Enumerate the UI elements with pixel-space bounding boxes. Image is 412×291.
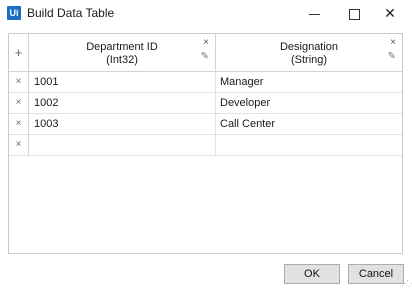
- remove-column-icon[interactable]: ×: [203, 37, 209, 49]
- remove-column-icon[interactable]: ×: [390, 37, 396, 49]
- table-row: × 1001 Manager: [9, 72, 402, 93]
- table-cell[interactable]: [29, 135, 216, 155]
- remove-row-icon[interactable]: ×: [9, 135, 29, 155]
- edit-column-icon[interactable]: ✎: [388, 51, 396, 63]
- edit-column-icon[interactable]: ✎: [201, 51, 209, 63]
- table-row-new: ×: [9, 135, 402, 156]
- column-type: (String): [290, 54, 328, 66]
- close-icon: ✕: [384, 5, 396, 21]
- maximize-button[interactable]: [337, 0, 371, 26]
- minimize-icon: [308, 13, 320, 15]
- data-table-grid: + Department ID (Int32) × ✎ Designation …: [8, 33, 403, 254]
- ok-button[interactable]: OK: [284, 264, 340, 284]
- column-name: Designation: [279, 41, 339, 53]
- title-bar: Ui Build Data Table ✕: [0, 0, 412, 26]
- app-logo-icon: Ui: [7, 6, 21, 20]
- column-type: (Int32): [106, 54, 138, 66]
- column-name: Department ID: [86, 41, 158, 53]
- window-title: Build Data Table: [27, 6, 115, 20]
- column-header-designation[interactable]: Designation (String) × ✎: [216, 34, 402, 72]
- close-button[interactable]: ✕: [373, 0, 407, 26]
- minimize-button[interactable]: [297, 0, 331, 26]
- table-cell[interactable]: Manager: [216, 72, 402, 92]
- remove-row-icon[interactable]: ×: [9, 114, 29, 134]
- table-cell[interactable]: 1002: [29, 93, 216, 113]
- add-column-button[interactable]: +: [9, 34, 29, 72]
- table-cell[interactable]: [216, 135, 402, 155]
- cancel-button[interactable]: Cancel: [348, 264, 404, 284]
- remove-row-icon[interactable]: ×: [9, 93, 29, 113]
- maximize-icon: [348, 8, 360, 20]
- plus-icon: +: [14, 45, 23, 60]
- table-cell[interactable]: 1003: [29, 114, 216, 134]
- table-row: × 1002 Developer: [9, 93, 402, 114]
- resize-grip-icon[interactable]: ⋰⋰: [401, 280, 412, 288]
- remove-row-icon[interactable]: ×: [9, 72, 29, 92]
- table-row: × 1003 Call Center: [9, 114, 402, 135]
- column-header-department-id[interactable]: Department ID (Int32) × ✎: [29, 34, 216, 72]
- table-cell[interactable]: Developer: [216, 93, 402, 113]
- table-cell[interactable]: Call Center: [216, 114, 402, 134]
- table-cell[interactable]: 1001: [29, 72, 216, 92]
